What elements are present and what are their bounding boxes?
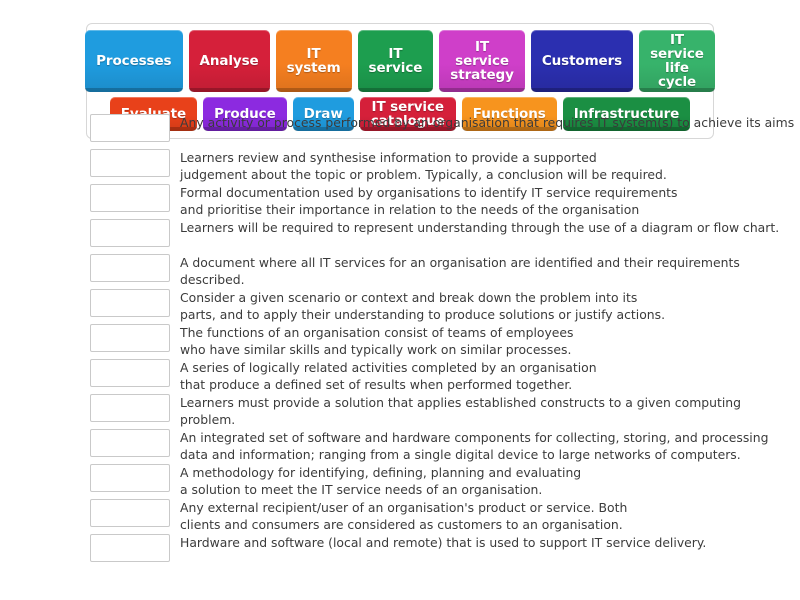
answer-drop-zone[interactable]: [90, 499, 170, 527]
definition-row: A document where all IT services for an …: [0, 253, 800, 288]
definition-row: A methodology for identifying, defining,…: [0, 463, 800, 498]
definition-row: An integrated set of software and hardwa…: [0, 428, 800, 463]
definition-row: Any activity or process performed by an …: [0, 113, 800, 148]
definition-text: Consider a given scenario or context and…: [180, 290, 666, 322]
answer-drop-zone[interactable]: [90, 464, 170, 492]
definition-row: Any external recipient/user of an organi…: [0, 498, 800, 533]
tile-row: Processes Analyse IT system IT service IT se…: [85, 30, 715, 92]
answer-drop-zone[interactable]: [90, 254, 170, 282]
answer-drop-zone[interactable]: [90, 184, 170, 212]
answer-drop-zone[interactable]: [90, 289, 170, 317]
definition-text: An integrated set of software and hardwa…: [180, 430, 769, 462]
definition-text: Any activity or process performed by an …: [180, 115, 795, 130]
definition-text: A document where all IT services for an …: [180, 255, 740, 287]
draggable-tile[interactable]: Processes: [85, 30, 183, 92]
definition-row: A series of logically related activities…: [0, 358, 800, 393]
answer-drop-zone[interactable]: [90, 429, 170, 457]
draggable-tile[interactable]: IT service: [357, 30, 434, 92]
definition-text: A series of logically related activities…: [180, 360, 597, 392]
draggable-tile[interactable]: Customers: [530, 30, 634, 92]
definition-text: Any external recipient/user of an organi…: [180, 500, 628, 532]
answer-drop-zone[interactable]: [90, 324, 170, 352]
definition-row: Formal documentation used by organisatio…: [0, 183, 800, 218]
draggable-tile[interactable]: IT service strategy: [439, 30, 525, 92]
draggable-tile[interactable]: Analyse: [188, 30, 270, 92]
definition-row: Learners must provide a solution that ap…: [0, 393, 800, 428]
answer-drop-zone[interactable]: [90, 114, 170, 142]
definition-row: The functions of an organisation consist…: [0, 323, 800, 358]
definition-text: The functions of an organisation consist…: [180, 325, 574, 357]
definition-text: Learners review and synthesise informati…: [180, 150, 667, 182]
answer-drop-zone[interactable]: [90, 359, 170, 387]
definition-text: A methodology for identifying, defining,…: [180, 465, 582, 497]
answer-drop-zone[interactable]: [90, 394, 170, 422]
definition-text: Hardware and software (local and remote)…: [180, 535, 707, 550]
definition-row: Learners review and synthesise informati…: [0, 148, 800, 183]
definition-text: Learners must provide a solution that ap…: [180, 395, 742, 427]
definition-text: Learners will be required to represent u…: [180, 220, 780, 235]
definition-text: Formal documentation used by organisatio…: [180, 185, 678, 217]
definition-row: Consider a given scenario or context and…: [0, 288, 800, 323]
definition-row: Hardware and software (local and remote)…: [0, 533, 800, 568]
answer-drop-zone[interactable]: [90, 534, 170, 562]
draggable-tile[interactable]: IT system: [275, 30, 352, 92]
answer-drop-zone[interactable]: [90, 219, 170, 247]
answer-drop-zone[interactable]: [90, 149, 170, 177]
definition-list: Any activity or process performed by an …: [0, 113, 800, 568]
draggable-tile[interactable]: IT service life cycle: [639, 30, 715, 92]
definition-row: Learners will be required to represent u…: [0, 218, 800, 253]
